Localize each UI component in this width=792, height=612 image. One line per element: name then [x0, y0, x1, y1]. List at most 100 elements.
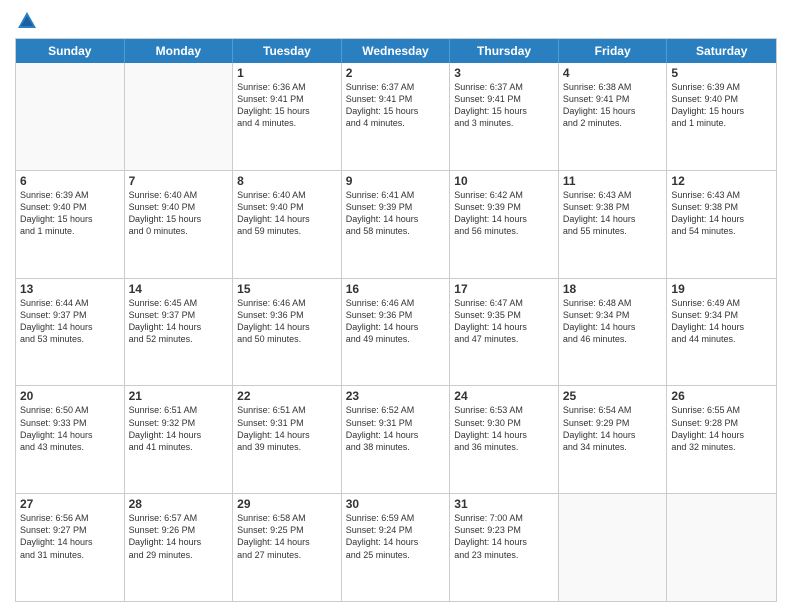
header-day-wednesday: Wednesday: [342, 39, 451, 63]
day-number: 14: [129, 282, 229, 296]
day-info: Sunrise: 6:55 AMSunset: 9:28 PMDaylight:…: [671, 404, 772, 453]
day-number: 22: [237, 389, 337, 403]
day-info: Sunrise: 6:57 AMSunset: 9:26 PMDaylight:…: [129, 512, 229, 561]
day-number: 18: [563, 282, 663, 296]
day-number: 19: [671, 282, 772, 296]
day-info: Sunrise: 6:46 AMSunset: 9:36 PMDaylight:…: [237, 297, 337, 346]
cal-cell-day-5: 5Sunrise: 6:39 AMSunset: 9:40 PMDaylight…: [667, 63, 776, 170]
day-number: 12: [671, 174, 772, 188]
cal-cell-day-21: 21Sunrise: 6:51 AMSunset: 9:32 PMDayligh…: [125, 386, 234, 493]
day-number: 29: [237, 497, 337, 511]
cal-cell-empty: [125, 63, 234, 170]
day-info: Sunrise: 6:39 AMSunset: 9:40 PMDaylight:…: [20, 189, 120, 238]
day-number: 3: [454, 66, 554, 80]
cal-cell-empty: [16, 63, 125, 170]
day-info: Sunrise: 6:47 AMSunset: 9:35 PMDaylight:…: [454, 297, 554, 346]
cal-cell-day-8: 8Sunrise: 6:40 AMSunset: 9:40 PMDaylight…: [233, 171, 342, 278]
cal-cell-day-26: 26Sunrise: 6:55 AMSunset: 9:28 PMDayligh…: [667, 386, 776, 493]
cal-cell-day-17: 17Sunrise: 6:47 AMSunset: 9:35 PMDayligh…: [450, 279, 559, 386]
day-number: 7: [129, 174, 229, 188]
cal-cell-day-14: 14Sunrise: 6:45 AMSunset: 9:37 PMDayligh…: [125, 279, 234, 386]
cal-cell-day-22: 22Sunrise: 6:51 AMSunset: 9:31 PMDayligh…: [233, 386, 342, 493]
day-info: Sunrise: 6:40 AMSunset: 9:40 PMDaylight:…: [129, 189, 229, 238]
logo: [15, 10, 39, 32]
day-info: Sunrise: 6:36 AMSunset: 9:41 PMDaylight:…: [237, 81, 337, 130]
calendar-row-3: 13Sunrise: 6:44 AMSunset: 9:37 PMDayligh…: [16, 279, 776, 387]
cal-cell-day-29: 29Sunrise: 6:58 AMSunset: 9:25 PMDayligh…: [233, 494, 342, 601]
cal-cell-day-6: 6Sunrise: 6:39 AMSunset: 9:40 PMDaylight…: [16, 171, 125, 278]
cal-cell-day-18: 18Sunrise: 6:48 AMSunset: 9:34 PMDayligh…: [559, 279, 668, 386]
day-number: 20: [20, 389, 120, 403]
header-day-saturday: Saturday: [667, 39, 776, 63]
cal-cell-day-20: 20Sunrise: 6:50 AMSunset: 9:33 PMDayligh…: [16, 386, 125, 493]
cal-cell-day-3: 3Sunrise: 6:37 AMSunset: 9:41 PMDaylight…: [450, 63, 559, 170]
header-day-sunday: Sunday: [16, 39, 125, 63]
cal-cell-day-24: 24Sunrise: 6:53 AMSunset: 9:30 PMDayligh…: [450, 386, 559, 493]
calendar-header: SundayMondayTuesdayWednesdayThursdayFrid…: [16, 39, 776, 63]
day-info: Sunrise: 6:58 AMSunset: 9:25 PMDaylight:…: [237, 512, 337, 561]
day-number: 26: [671, 389, 772, 403]
cal-cell-day-4: 4Sunrise: 6:38 AMSunset: 9:41 PMDaylight…: [559, 63, 668, 170]
header-day-monday: Monday: [125, 39, 234, 63]
day-info: Sunrise: 6:39 AMSunset: 9:40 PMDaylight:…: [671, 81, 772, 130]
day-info: Sunrise: 6:45 AMSunset: 9:37 PMDaylight:…: [129, 297, 229, 346]
day-info: Sunrise: 7:00 AMSunset: 9:23 PMDaylight:…: [454, 512, 554, 561]
day-number: 24: [454, 389, 554, 403]
day-info: Sunrise: 6:40 AMSunset: 9:40 PMDaylight:…: [237, 189, 337, 238]
day-number: 28: [129, 497, 229, 511]
day-info: Sunrise: 6:52 AMSunset: 9:31 PMDaylight:…: [346, 404, 446, 453]
day-number: 31: [454, 497, 554, 511]
day-number: 21: [129, 389, 229, 403]
cal-cell-day-13: 13Sunrise: 6:44 AMSunset: 9:37 PMDayligh…: [16, 279, 125, 386]
day-number: 1: [237, 66, 337, 80]
cal-cell-day-11: 11Sunrise: 6:43 AMSunset: 9:38 PMDayligh…: [559, 171, 668, 278]
day-number: 16: [346, 282, 446, 296]
logo-icon: [16, 10, 38, 32]
calendar-row-5: 27Sunrise: 6:56 AMSunset: 9:27 PMDayligh…: [16, 494, 776, 601]
day-info: Sunrise: 6:42 AMSunset: 9:39 PMDaylight:…: [454, 189, 554, 238]
day-number: 9: [346, 174, 446, 188]
day-number: 8: [237, 174, 337, 188]
calendar-row-4: 20Sunrise: 6:50 AMSunset: 9:33 PMDayligh…: [16, 386, 776, 494]
day-info: Sunrise: 6:44 AMSunset: 9:37 PMDaylight:…: [20, 297, 120, 346]
cal-cell-day-12: 12Sunrise: 6:43 AMSunset: 9:38 PMDayligh…: [667, 171, 776, 278]
day-info: Sunrise: 6:54 AMSunset: 9:29 PMDaylight:…: [563, 404, 663, 453]
cal-cell-day-30: 30Sunrise: 6:59 AMSunset: 9:24 PMDayligh…: [342, 494, 451, 601]
day-info: Sunrise: 6:56 AMSunset: 9:27 PMDaylight:…: [20, 512, 120, 561]
day-number: 10: [454, 174, 554, 188]
day-info: Sunrise: 6:46 AMSunset: 9:36 PMDaylight:…: [346, 297, 446, 346]
page: SundayMondayTuesdayWednesdayThursdayFrid…: [0, 0, 792, 612]
day-number: 11: [563, 174, 663, 188]
day-number: 6: [20, 174, 120, 188]
cal-cell-day-9: 9Sunrise: 6:41 AMSunset: 9:39 PMDaylight…: [342, 171, 451, 278]
header-day-friday: Friday: [559, 39, 668, 63]
day-info: Sunrise: 6:41 AMSunset: 9:39 PMDaylight:…: [346, 189, 446, 238]
day-info: Sunrise: 6:43 AMSunset: 9:38 PMDaylight:…: [563, 189, 663, 238]
day-info: Sunrise: 6:51 AMSunset: 9:31 PMDaylight:…: [237, 404, 337, 453]
cal-cell-empty: [559, 494, 668, 601]
cal-cell-empty: [667, 494, 776, 601]
calendar-body: 1Sunrise: 6:36 AMSunset: 9:41 PMDaylight…: [16, 63, 776, 601]
day-number: 27: [20, 497, 120, 511]
day-number: 30: [346, 497, 446, 511]
day-info: Sunrise: 6:38 AMSunset: 9:41 PMDaylight:…: [563, 81, 663, 130]
cal-cell-day-1: 1Sunrise: 6:36 AMSunset: 9:41 PMDaylight…: [233, 63, 342, 170]
day-number: 15: [237, 282, 337, 296]
day-info: Sunrise: 6:37 AMSunset: 9:41 PMDaylight:…: [346, 81, 446, 130]
header: [15, 10, 777, 32]
header-day-thursday: Thursday: [450, 39, 559, 63]
cal-cell-day-7: 7Sunrise: 6:40 AMSunset: 9:40 PMDaylight…: [125, 171, 234, 278]
day-info: Sunrise: 6:53 AMSunset: 9:30 PMDaylight:…: [454, 404, 554, 453]
cal-cell-day-23: 23Sunrise: 6:52 AMSunset: 9:31 PMDayligh…: [342, 386, 451, 493]
day-info: Sunrise: 6:48 AMSunset: 9:34 PMDaylight:…: [563, 297, 663, 346]
day-info: Sunrise: 6:43 AMSunset: 9:38 PMDaylight:…: [671, 189, 772, 238]
day-number: 23: [346, 389, 446, 403]
cal-cell-day-16: 16Sunrise: 6:46 AMSunset: 9:36 PMDayligh…: [342, 279, 451, 386]
day-info: Sunrise: 6:59 AMSunset: 9:24 PMDaylight:…: [346, 512, 446, 561]
cal-cell-day-10: 10Sunrise: 6:42 AMSunset: 9:39 PMDayligh…: [450, 171, 559, 278]
day-number: 2: [346, 66, 446, 80]
day-number: 5: [671, 66, 772, 80]
calendar-row-1: 1Sunrise: 6:36 AMSunset: 9:41 PMDaylight…: [16, 63, 776, 171]
calendar: SundayMondayTuesdayWednesdayThursdayFrid…: [15, 38, 777, 602]
header-day-tuesday: Tuesday: [233, 39, 342, 63]
